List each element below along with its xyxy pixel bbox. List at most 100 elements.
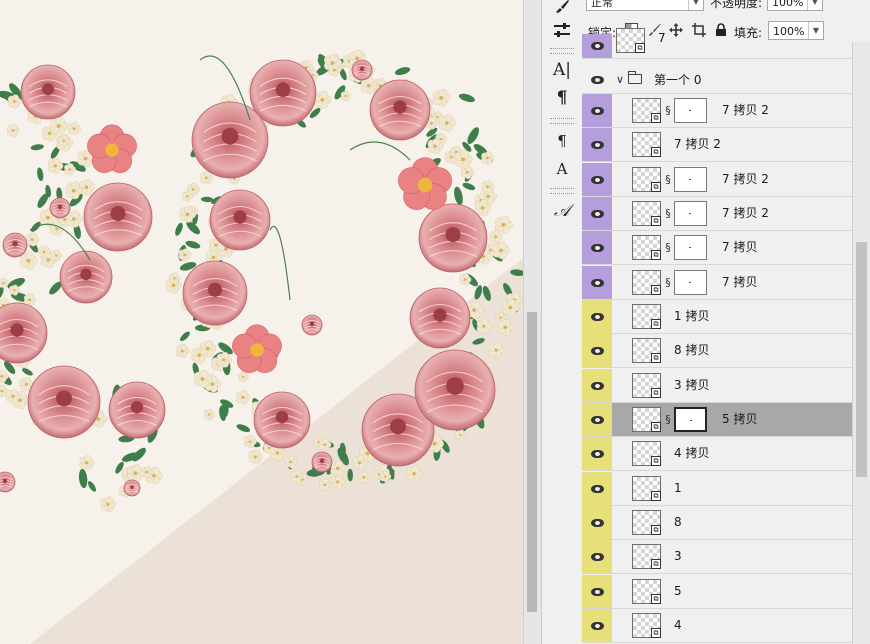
blossom-petal xyxy=(478,193,486,201)
visibility-eye-icon[interactable] xyxy=(582,300,612,333)
layer-thumbnail[interactable]: ⧉ xyxy=(632,407,661,432)
layer-row[interactable]: ⧉ § 7 拷贝 2 xyxy=(582,94,852,128)
visibility-eye-icon[interactable] xyxy=(582,540,612,573)
layer-row[interactable]: ⧉ § 7 拷贝 2 xyxy=(582,163,852,197)
visibility-eye-icon[interactable] xyxy=(582,266,612,299)
layer-thumbnail[interactable]: ⧉ xyxy=(632,235,661,260)
rose-heart xyxy=(393,100,407,114)
layer-mask-thumbnail[interactable] xyxy=(674,235,707,260)
character-styles-icon[interactable]: A xyxy=(550,157,574,181)
blossom-center xyxy=(320,97,325,102)
layer-row[interactable]: ⧉ § 7 拷贝 xyxy=(582,266,852,300)
document-canvas[interactable] xyxy=(0,0,523,644)
layer-row[interactable]: ⧉ 5 xyxy=(582,575,852,609)
blossom-center xyxy=(432,441,437,446)
paragraph-icon[interactable]: ¶ xyxy=(550,86,574,110)
visibility-eye-icon[interactable] xyxy=(582,163,612,196)
layer-thumbnail[interactable]: ⧉ xyxy=(632,613,661,638)
layer-row[interactable]: ⧉ 3 xyxy=(582,540,852,574)
layer-thumbnail[interactable]: ⧉ xyxy=(632,476,661,501)
layer-row[interactable]: ⧉ § 7 拷贝 2 xyxy=(582,197,852,231)
blossom-petal xyxy=(184,205,193,215)
visibility-eye-icon[interactable] xyxy=(582,67,612,93)
visibility-eye-icon[interactable] xyxy=(582,472,612,505)
layer-row[interactable]: ⧉ 1 xyxy=(582,472,852,506)
paragraph-styles-icon[interactable]: ¶ xyxy=(550,129,574,153)
visibility-eye-icon[interactable] xyxy=(582,197,612,230)
blossom-center xyxy=(68,168,71,171)
scroll-thumb[interactable] xyxy=(527,312,537,612)
layer-thumbnail[interactable]: ⧉ xyxy=(632,441,661,466)
layer-thumbnail[interactable]: ⧉ xyxy=(632,201,661,226)
layer-row[interactable]: ⧉ 1 拷贝 xyxy=(582,300,852,334)
layer-row[interactable]: ⧉ § 7 拷贝 xyxy=(582,231,852,265)
layer-name: 7 拷贝 xyxy=(722,240,758,254)
layer-thumbnail[interactable]: ⧉ xyxy=(632,98,661,123)
layer-mask-thumbnail[interactable] xyxy=(674,98,707,123)
blossom-center xyxy=(71,217,76,221)
visibility-eye-icon[interactable] xyxy=(582,506,612,539)
blend-mode-select[interactable]: 正常 ▼ xyxy=(586,0,704,11)
visibility-eye-icon[interactable] xyxy=(582,34,612,58)
layers-scrollbar[interactable] xyxy=(852,42,870,644)
layer-row[interactable]: ⧉ 8 拷贝 xyxy=(582,334,852,368)
visibility-eye-icon[interactable] xyxy=(582,94,612,127)
visibility-eye-icon[interactable] xyxy=(582,437,612,470)
link-chain-icon[interactable]: § xyxy=(664,275,672,290)
layer-row[interactable]: ⧉ 4 拷贝 xyxy=(582,437,852,471)
layer-row[interactable]: ∨ 第一个 0 xyxy=(582,67,852,94)
layer-thumbnail[interactable]: ⧉ xyxy=(632,544,661,569)
layer-mask-thumbnail[interactable] xyxy=(674,270,707,295)
link-chain-icon[interactable]: § xyxy=(664,206,672,221)
visibility-eye-icon[interactable] xyxy=(582,128,612,161)
blossom-petal xyxy=(12,284,19,291)
layer-thumbnail[interactable]: ⧉ xyxy=(632,579,661,604)
link-chain-icon[interactable]: § xyxy=(664,103,672,118)
blossom-petal xyxy=(27,293,34,300)
blossom-center xyxy=(444,121,449,125)
layer-mask-thumbnail[interactable] xyxy=(674,407,707,432)
layer-thumbnail[interactable]: ⧉ xyxy=(632,132,661,157)
blossom-petal xyxy=(354,49,363,59)
layer-thumbnail[interactable]: ⧉ xyxy=(632,270,661,295)
scroll-thumb[interactable] xyxy=(856,242,867,477)
layer-thumbnail[interactable]: ⧉ xyxy=(632,167,661,192)
glyph-icon[interactable]: 𝒜 xyxy=(550,199,574,223)
visibility-eye-icon[interactable] xyxy=(582,403,612,436)
blossom-petal xyxy=(204,340,214,349)
layer-row[interactable]: ⧉ 3 拷贝 xyxy=(582,369,852,403)
layer-row[interactable]: ⧉ 8 xyxy=(582,506,852,540)
mask-mark xyxy=(689,179,691,180)
blossom-petal xyxy=(383,470,390,477)
layer-row[interactable]: ⧉ § 5 拷贝 xyxy=(582,403,852,437)
layer-row[interactable]: ⧉ 4 xyxy=(582,609,852,643)
layer-thumbnail[interactable]: ⧉ xyxy=(632,304,661,329)
visibility-eye-icon[interactable] xyxy=(582,334,612,367)
tool-separator xyxy=(550,118,574,124)
layer-mask-thumbnail[interactable] xyxy=(674,201,707,226)
brush-icon[interactable] xyxy=(550,0,574,18)
rose-heart xyxy=(56,390,72,407)
adjust-sliders-icon[interactable] xyxy=(550,18,574,42)
blossom-petal xyxy=(361,470,369,478)
visibility-eye-icon[interactable] xyxy=(582,609,612,642)
canvas-vertical-scrollbar[interactable] xyxy=(523,0,541,644)
link-chain-icon[interactable]: § xyxy=(664,412,672,427)
link-chain-icon[interactable]: § xyxy=(664,172,672,187)
opacity-input[interactable]: 100% ▼ xyxy=(767,0,823,11)
visibility-eye-icon[interactable] xyxy=(582,231,612,264)
layer-thumbnail[interactable]: ⧉ xyxy=(632,510,661,535)
smart-object-icon: ⧉ xyxy=(651,353,661,363)
layer-thumbnail[interactable]: ⧉ xyxy=(632,373,661,398)
visibility-eye-icon[interactable] xyxy=(582,369,612,402)
visibility-eye-icon[interactable] xyxy=(582,575,612,608)
link-chain-icon[interactable]: § xyxy=(664,240,672,255)
layer-row[interactable]: ⧉ 7 xyxy=(582,28,852,59)
chevron-down-icon[interactable]: ∨ xyxy=(616,67,624,93)
blossom-petal xyxy=(303,60,311,68)
layer-thumbnail[interactable]: ⧉ xyxy=(616,28,645,53)
layer-mask-thumbnail[interactable] xyxy=(674,167,707,192)
character-panel-icon[interactable]: A| xyxy=(550,58,574,82)
layer-row[interactable]: ⧉ 7 拷贝 2 xyxy=(582,128,852,162)
layer-thumbnail[interactable]: ⧉ xyxy=(632,338,661,363)
